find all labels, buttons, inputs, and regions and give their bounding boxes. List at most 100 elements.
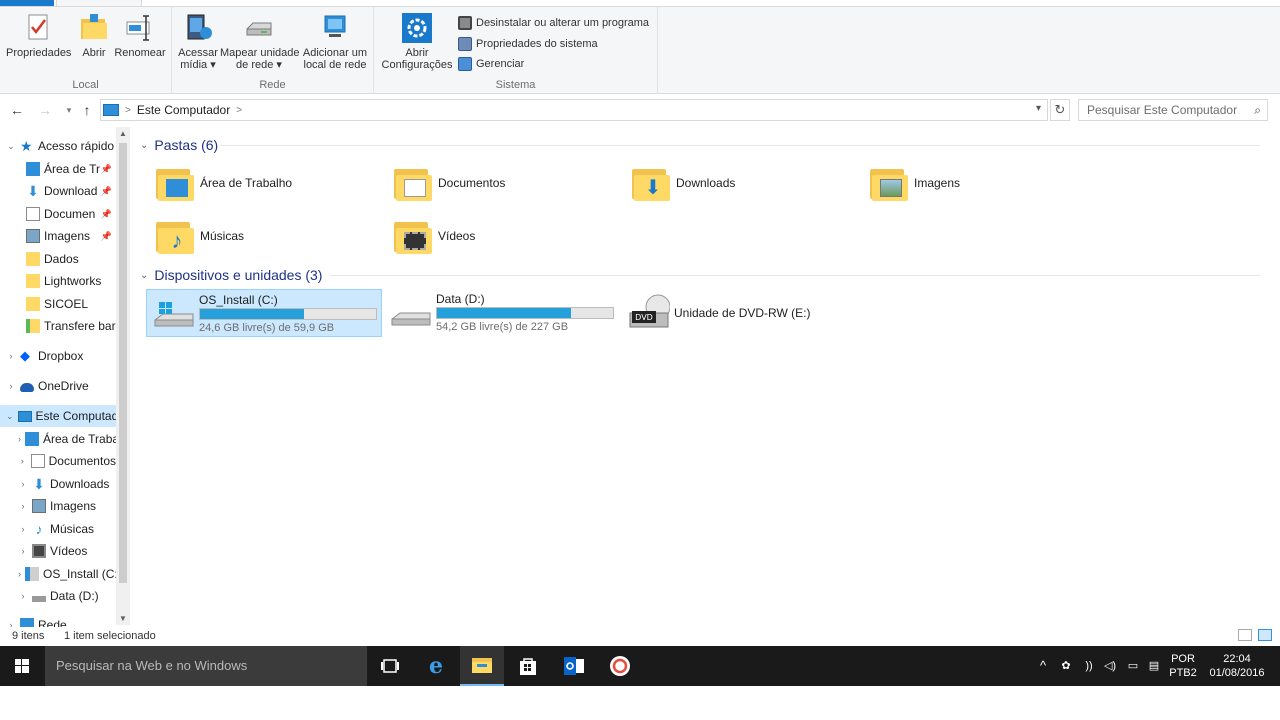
drive-e-dvd[interactable]: DVD Unidade de DVD-RW (E:): [622, 289, 858, 337]
sidebar-item-sicoel[interactable]: SICOEL: [0, 293, 116, 315]
star-icon: ★: [20, 138, 33, 154]
collapse-chevron-icon[interactable]: ⌄: [140, 140, 148, 151]
rename-button[interactable]: Renomear: [112, 13, 168, 59]
sidebar-item-quick-access[interactable]: ⌄ ★ Acesso rápido: [0, 135, 116, 157]
drive-free-space: 54,2 GB livre(s) de 227 GB: [436, 321, 569, 333]
expand-chevron-icon[interactable]: ›: [18, 479, 28, 489]
battery-icon[interactable]: ▭: [1122, 646, 1144, 686]
drive-c[interactable]: OS_Install (C:) 24,6 GB livre(s) de 59,9…: [146, 289, 382, 337]
folder-downloads[interactable]: ⬇ Downloads: [632, 160, 862, 206]
expand-chevron-icon[interactable]: ›: [18, 434, 21, 444]
open-button[interactable]: Abrir: [76, 13, 112, 59]
sidebar-item-drive-c[interactable]: › OS_Install (C:: [0, 563, 116, 585]
sidebar-item-pc-music[interactable]: › ♪ Músicas: [0, 518, 116, 540]
manage-button[interactable]: Gerenciar: [458, 55, 524, 73]
search-input[interactable]: Pesquisar Este Computador ⌕: [1078, 99, 1268, 121]
sidebar-item-transfere[interactable]: Transfere bar: [0, 315, 116, 337]
sidebar-item-onedrive[interactable]: › OneDrive: [0, 375, 116, 397]
app-button[interactable]: [598, 646, 642, 686]
document-icon: [26, 207, 40, 221]
folder-documents[interactable]: Documentos: [394, 160, 624, 206]
edge-button[interactable]: e: [414, 646, 458, 686]
access-media-label-1: Acessar: [178, 47, 218, 59]
open-settings-button[interactable]: Abrir Configurações: [380, 13, 454, 71]
sidebar-item-pc-desktop[interactable]: › Área de Traba: [0, 428, 116, 450]
address-bar[interactable]: > Este Computador > ▾: [100, 99, 1048, 121]
sidebar-item-pc-videos[interactable]: › Vídeos: [0, 540, 116, 562]
expand-chevron-icon[interactable]: ›: [18, 591, 28, 601]
sidebar-item-lightworks[interactable]: Lightworks: [0, 270, 116, 292]
taskbar-search-input[interactable]: Pesquisar na Web e no Windows: [45, 646, 367, 686]
expand-chevron-icon[interactable]: ›: [18, 546, 28, 556]
clock-date: 01/08/2016: [1209, 667, 1265, 679]
file-explorer-button[interactable]: [460, 646, 504, 686]
large-icons-view-icon[interactable]: [1258, 629, 1272, 641]
expand-chevron-icon[interactable]: ›: [18, 501, 28, 511]
navigation-pane: ⌄ ★ Acesso rápido Área de Tr 📌 ⬇ Downloa…: [0, 127, 128, 627]
up-arrow-icon[interactable]: ↑: [78, 101, 96, 119]
task-view-button[interactable]: [368, 646, 412, 686]
windows-logo-icon: [15, 659, 29, 673]
sidebar-scrollbar[interactable]: ▲ ▼: [116, 127, 130, 625]
notification-icon[interactable]: ▤: [1144, 646, 1164, 686]
uninstall-program-button[interactable]: Desinstalar ou alterar um programa: [458, 14, 649, 32]
sidebar-item-pc-downloads[interactable]: › ⬇ Downloads: [0, 473, 116, 495]
scroll-up-icon[interactable]: ▲: [116, 129, 130, 138]
folder-music[interactable]: ♪ Músicas: [156, 213, 386, 259]
sidebar-item-downloads[interactable]: ⬇ Download 📌: [0, 180, 116, 202]
sidebar-item-pictures[interactable]: Imagens 📌: [0, 225, 116, 247]
access-media-button[interactable]: Acessar mídia ▾: [176, 13, 220, 71]
outlook-button[interactable]: [552, 646, 596, 686]
volume-icon[interactable]: ◁): [1100, 646, 1120, 686]
folder-videos[interactable]: Vídeos: [394, 213, 624, 259]
properties-button[interactable]: Propriedades: [6, 13, 71, 59]
expand-chevron-icon[interactable]: ›: [6, 381, 16, 391]
expand-chevron-icon[interactable]: ›: [18, 524, 28, 534]
expand-chevron-icon[interactable]: ›: [6, 620, 16, 627]
refresh-icon[interactable]: ↻: [1050, 99, 1070, 121]
pin-icon: 📌: [100, 230, 112, 241]
wifi-icon[interactable]: )): [1078, 646, 1100, 686]
sidebar-item-dropbox[interactable]: › ◆ Dropbox: [0, 345, 116, 367]
expand-chevron-icon[interactable]: ⌄: [6, 411, 14, 422]
shared-folder-icon: [26, 319, 40, 333]
devices-section-header[interactable]: ⌄ Dispositivos e unidades (3): [140, 267, 322, 283]
dropbox-tray-icon[interactable]: ✿: [1056, 646, 1076, 686]
sidebar-item-label: Acesso rápido: [38, 139, 115, 153]
show-hidden-icons-chevron-icon[interactable]: ^: [1034, 646, 1052, 686]
start-button[interactable]: [0, 646, 44, 686]
sidebar-item-drive-d[interactable]: › Data (D:): [0, 585, 116, 607]
sidebar-item-dados[interactable]: Dados: [0, 248, 116, 270]
sidebar-item-documents[interactable]: Documen 📌: [0, 203, 116, 225]
expand-chevron-icon[interactable]: ›: [18, 456, 27, 466]
folders-section-header[interactable]: ⌄ Pastas (6): [140, 137, 218, 153]
forward-arrow-icon[interactable]: →: [36, 101, 54, 119]
address-dropdown-icon[interactable]: ▾: [1036, 103, 1041, 114]
folder-name: Área de Trabalho: [200, 176, 293, 190]
language-indicator[interactable]: POR PTB2: [1166, 646, 1200, 686]
sidebar-item-pc-pictures[interactable]: › Imagens: [0, 495, 116, 517]
sidebar-item-desktop[interactable]: Área de Tr 📌: [0, 158, 116, 180]
folder-pictures[interactable]: Imagens: [870, 160, 1100, 206]
expand-chevron-icon[interactable]: ⌄: [6, 141, 16, 152]
recent-locations-chevron-icon[interactable]: ▾: [60, 101, 78, 119]
collapse-chevron-icon[interactable]: ⌄: [140, 270, 148, 281]
drive-d[interactable]: Data (D:) 54,2 GB livre(s) de 227 GB: [384, 289, 620, 337]
details-view-icon[interactable]: [1238, 629, 1252, 641]
back-arrow-icon[interactable]: ←: [8, 101, 26, 119]
sidebar-item-network[interactable]: › Rede: [0, 614, 116, 627]
outlook-icon: [564, 657, 584, 675]
sidebar-item-pc-documents[interactable]: › Documentos: [0, 450, 116, 472]
sidebar-item-this-pc[interactable]: ⌄ Este Computad: [0, 405, 116, 427]
map-drive-button[interactable]: Mapear unidade de rede ▾: [220, 13, 300, 71]
add-location-button[interactable]: Adicionar um local de rede: [300, 13, 370, 71]
expand-chevron-icon[interactable]: ›: [6, 351, 16, 361]
store-button[interactable]: [506, 646, 550, 686]
scroll-down-icon[interactable]: ▼: [116, 614, 130, 623]
folder-desktop[interactable]: Área de Trabalho: [156, 160, 386, 206]
scrollbar-thumb[interactable]: [119, 143, 127, 583]
clock[interactable]: 22:04 01/08/2016: [1206, 646, 1268, 686]
system-properties-button[interactable]: Propriedades do sistema: [458, 35, 598, 53]
pictures-folder-icon: [870, 165, 908, 201]
expand-chevron-icon[interactable]: ›: [18, 569, 21, 579]
